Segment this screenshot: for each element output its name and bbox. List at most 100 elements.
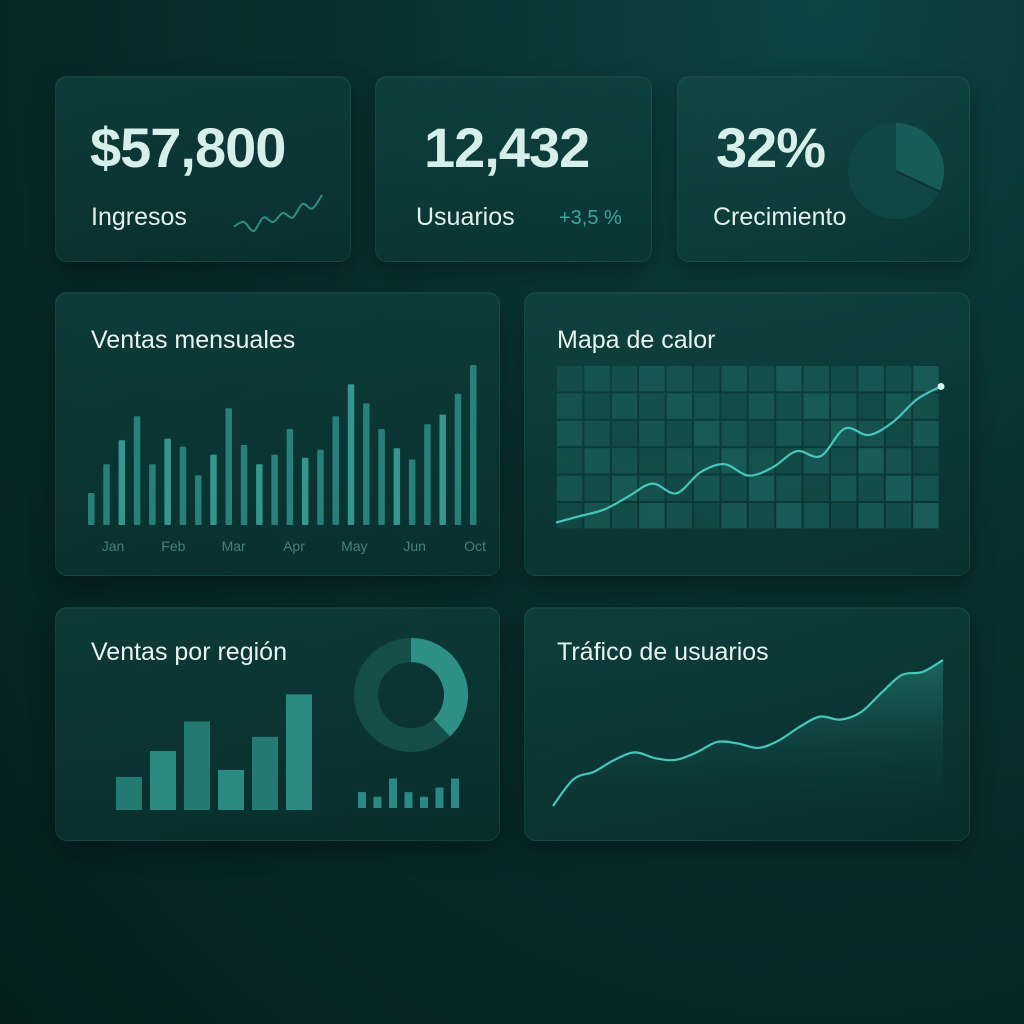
growth-value: 32% — [716, 116, 826, 179]
heatmap-cell — [557, 448, 583, 474]
region-mini-bar — [420, 796, 428, 808]
monthly-sales-bar — [378, 429, 385, 525]
monthly-sales-bar — [179, 446, 187, 525]
growth-pie-chart — [848, 123, 944, 219]
heatmap-cell — [721, 475, 747, 501]
heatmap-cell — [721, 420, 747, 447]
revenue-card[interactable]: $57,800 Ingresos — [55, 76, 351, 262]
heatmap-cell — [721, 393, 747, 419]
heatmap-cell — [858, 475, 884, 501]
heatmap-cell — [721, 448, 747, 474]
region-sales-bar — [116, 776, 142, 810]
monthly-sales-title: Ventas mensuales — [91, 326, 296, 354]
region-mini-bar — [373, 796, 382, 808]
growth-card[interactable]: 32% Crecimiento — [677, 76, 970, 262]
heatmap-cell — [694, 420, 720, 447]
region-mini-bar-chart — [358, 778, 459, 808]
heatmap-cell — [776, 475, 802, 501]
region-sales-title: Ventas por región — [91, 638, 287, 666]
monthly-sales-tick-label: Feb — [161, 538, 185, 554]
monthly-sales-bar — [225, 408, 233, 525]
heatmap-cell — [776, 393, 802, 419]
heatmap-cell — [748, 393, 775, 419]
heatmap-cell — [557, 420, 583, 447]
heatmap-cell — [666, 475, 692, 501]
monthly-sales-bar — [286, 429, 294, 525]
heatmap-cell — [913, 366, 939, 392]
region-mini-bar — [451, 778, 459, 808]
monthly-sales-bar — [454, 393, 462, 525]
monthly-sales-bar — [347, 384, 355, 525]
region-sales-card[interactable]: Ventas por región — [55, 607, 500, 841]
monthly-sales-bar — [301, 457, 309, 525]
region-sales-bar — [150, 751, 176, 810]
heatmap-cell — [748, 475, 775, 501]
heatmap-cell — [584, 503, 610, 529]
heatmap-cell — [803, 420, 829, 447]
heatmap-cell — [913, 475, 939, 501]
heatmap-cell — [666, 448, 692, 474]
heatmap-cell — [694, 393, 720, 419]
region-sales-bar-chart — [116, 694, 312, 810]
users-delta-badge: +3,5 % — [559, 207, 622, 229]
heatmap-cell — [584, 366, 610, 392]
monthly-sales-bar — [194, 475, 202, 525]
monthly-sales-bar — [408, 459, 416, 525]
monthly-sales-bar — [210, 454, 217, 525]
heatmap-cell — [639, 366, 665, 392]
heatmap-cell — [694, 503, 720, 529]
region-donut-chart — [354, 638, 468, 752]
monthly-sales-tick-label: Mar — [222, 538, 246, 554]
monthly-sales-bar — [271, 454, 278, 525]
monthly-sales-bar — [149, 464, 156, 525]
heatmap-cell — [803, 503, 829, 529]
heatmap-card[interactable]: Mapa de calor — [524, 292, 970, 576]
revenue-sparkline-line — [233, 194, 323, 232]
heatmap-cell — [831, 393, 857, 419]
heatmap-cell — [831, 420, 857, 447]
heatmap-cell — [721, 366, 747, 392]
heatmap-cell — [666, 503, 692, 529]
heatmap-cell — [748, 503, 775, 529]
region-mini-bar — [404, 792, 413, 808]
heatmap-cell — [776, 503, 802, 529]
heatmap-cell — [584, 448, 610, 474]
monthly-sales-card[interactable]: Ventas mensuales Jan Feb Mar Apr May Jun Oct — [55, 292, 500, 576]
region-sales-bar — [252, 736, 278, 810]
traffic-area-fill — [553, 660, 943, 809]
region-mini-bar — [389, 778, 397, 808]
heatmap-cell — [611, 393, 638, 419]
heatmap-cell — [639, 448, 665, 474]
heatmap-cell — [666, 420, 692, 447]
heatmap-cell — [639, 503, 665, 529]
heatmap-cell — [639, 420, 665, 447]
revenue-value: $57,800 — [90, 116, 286, 179]
heatmap-cell — [639, 393, 665, 419]
heatmap-cell — [885, 475, 912, 501]
monthly-sales-bar — [439, 414, 446, 525]
heatmap-cell — [557, 366, 583, 392]
monthly-sales-bar — [424, 424, 431, 525]
region-sales-bar — [184, 721, 210, 810]
traffic-card[interactable]: Tráfico de usuarios — [524, 607, 970, 841]
monthly-sales-bar — [317, 449, 324, 525]
heatmap-cell — [858, 366, 884, 392]
heatmap-cell — [858, 393, 884, 419]
monthly-sales-bar — [393, 448, 401, 525]
heatmap-cell — [611, 420, 638, 447]
heatmap-cell — [776, 420, 802, 447]
heatmap-cell — [666, 366, 692, 392]
users-card[interactable]: 12,432 Usuarios +3,5 % — [375, 76, 652, 262]
heatmap-cell — [611, 475, 638, 501]
monthly-sales-tick-label: Jan — [102, 538, 125, 554]
heatmap-cell — [584, 475, 610, 501]
heatmap-cell — [748, 366, 775, 392]
monthly-sales-tick-label: May — [341, 538, 367, 554]
traffic-area-chart — [552, 659, 944, 809]
region-sales-bar — [218, 769, 244, 810]
heatmap-cell — [748, 420, 775, 447]
heatmap-cell — [611, 366, 638, 392]
region-sales-bar — [286, 694, 312, 810]
heatmap-cell — [557, 393, 583, 419]
monthly-sales-bar — [118, 440, 126, 525]
